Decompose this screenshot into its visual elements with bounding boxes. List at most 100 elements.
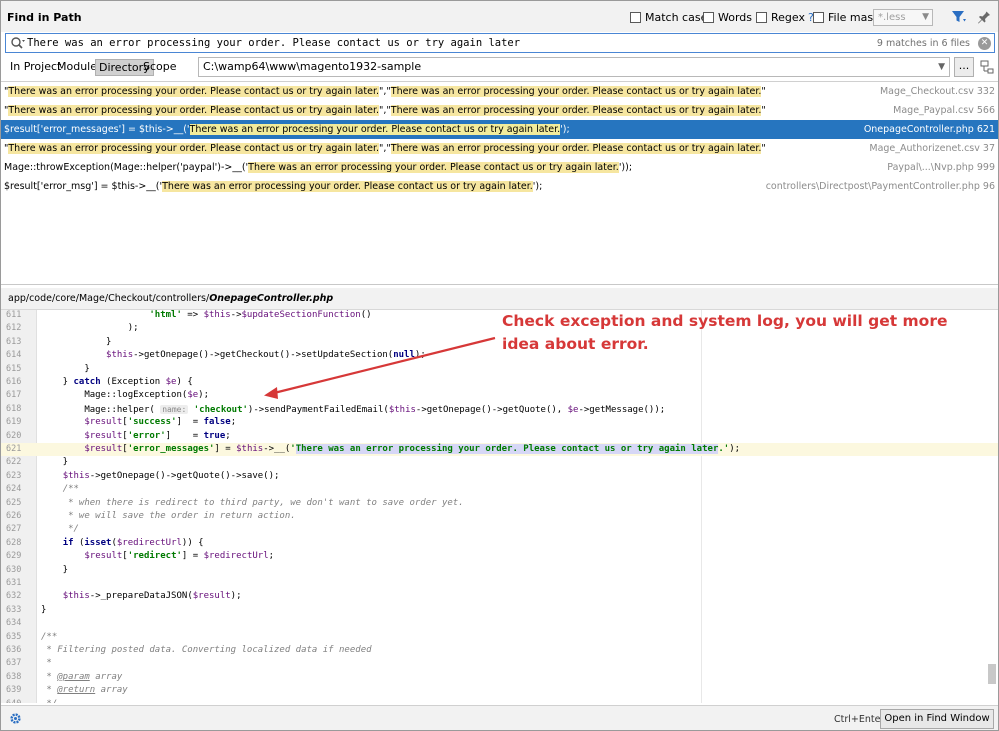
- directory-select[interactable]: C:\wamp64\www\magento1932-sample ▼: [198, 57, 950, 77]
- file-mask-checkbox[interactable]: [813, 12, 824, 23]
- result-fragment: Mage::throwException(Mage::helper('paypa…: [4, 162, 249, 173]
- match-case-option[interactable]: Match case: [630, 11, 707, 24]
- result-fragment: $result['error_msg'] = $this->__(': [4, 181, 163, 192]
- clear-icon[interactable]: ✕: [978, 37, 991, 50]
- match-highlight: There was an error processing your order…: [248, 162, 619, 173]
- code-text: /**: [62, 484, 79, 495]
- code-text: $result['redirect'] = $redirectUrl;: [84, 551, 275, 562]
- result-row[interactable]: Mage::throwException(Mage::helper('paypa…: [1, 158, 998, 177]
- line-number: 615: [6, 363, 22, 374]
- line-number: 625: [6, 497, 22, 508]
- line-number: 621: [6, 444, 22, 454]
- search-field[interactable]: There was an error processing your order…: [5, 33, 995, 53]
- words-checkbox[interactable]: [703, 12, 714, 23]
- preview-path-prefix: app/code/core/Mage/Checkout/controllers/: [8, 293, 210, 304]
- recursive-folder-icon[interactable]: [979, 59, 995, 75]
- line-number: 623: [6, 470, 22, 481]
- pin-icon[interactable]: [977, 9, 991, 25]
- shortcut-hint: Ctrl+Enter: [834, 714, 885, 725]
- words-option[interactable]: Words: [703, 11, 752, 24]
- code-text: }: [41, 336, 112, 347]
- code-line: 633}: [1, 604, 998, 617]
- regex-label: Regex: [771, 11, 805, 24]
- browse-button[interactable]: ...: [954, 57, 974, 77]
- line-number: 624: [6, 484, 22, 495]
- code-line: 634: [1, 617, 998, 630]
- result-fragment: ",": [379, 86, 391, 97]
- line-number: 636: [6, 645, 22, 655]
- code-line: 632 $this->_prepareDataJSON($result);: [1, 590, 998, 603]
- search-input[interactable]: There was an error processing your order…: [27, 37, 520, 49]
- directory-value: C:\wamp64\www\magento1932-sample: [203, 60, 422, 73]
- code-line: 636 * Filtering posted data. Converting …: [1, 644, 998, 657]
- gear-icon[interactable]: [9, 712, 22, 725]
- line-number: 611: [6, 310, 22, 320]
- code-line: 629 $result['redirect'] = $redirectUrl;: [1, 550, 998, 563]
- match-highlight: There was an error processing your order…: [189, 124, 561, 135]
- footer: Ctrl+Enter Open in Find Window: [1, 705, 998, 730]
- window-title: Find in Path: [7, 11, 82, 24]
- line-number: 612: [6, 323, 22, 334]
- preview-file-path: app/code/core/Mage/Checkout/controllers/…: [1, 288, 998, 310]
- code-text: * @return array: [41, 685, 128, 696]
- match-highlight: There was an error processing your order…: [162, 181, 533, 192]
- code-line: 638 * @param array: [1, 671, 998, 684]
- regex-option[interactable]: Regex ?: [756, 11, 814, 24]
- line-number: 633: [6, 604, 22, 615]
- file-mask-value: *.less: [878, 12, 906, 23]
- result-file: Paypal\...\Nvp.php 999: [887, 162, 995, 173]
- result-fragment: ');: [532, 181, 543, 192]
- code-line: 625 * when there is redirect to third pa…: [1, 497, 998, 510]
- scope-row: In Project Module Directory Scope C:\wam…: [1, 57, 998, 79]
- code-line: 619 $result['success'] = false;: [1, 416, 998, 429]
- result-fragment: ": [761, 105, 766, 116]
- tab-scope[interactable]: Scope: [140, 59, 180, 76]
- code-line: 622 }: [1, 456, 998, 469]
- find-in-path-window: Find in Path Match case Words Regex ? Fi…: [0, 0, 999, 731]
- code-preview[interactable]: 611 'html' => $this->$updateSectionFunct…: [1, 310, 998, 703]
- match-highlight: There was an error processing your order…: [390, 143, 762, 154]
- code-line: 639 * @return array: [1, 684, 998, 697]
- result-text: "There was an error processing your orde…: [4, 86, 766, 97]
- result-text: "There was an error processing your orde…: [4, 105, 766, 116]
- result-text: $result['error_msg'] = $this->__('There …: [4, 181, 542, 192]
- line-number: 637: [6, 658, 22, 669]
- result-fragment: ');: [560, 124, 570, 135]
- line-number: 635: [6, 631, 22, 642]
- words-label: Words: [718, 11, 753, 24]
- result-row[interactable]: $result['error_messages'] = $this->__('T…: [1, 120, 998, 139]
- code-line: 621 $result['error_messages'] = $this->_…: [1, 443, 998, 457]
- tab-module[interactable]: Module: [54, 59, 100, 76]
- line-number: 628: [6, 537, 22, 548]
- line-number: 618: [6, 403, 22, 414]
- match-highlight: There was an error processing your order…: [390, 86, 762, 97]
- match-highlight: There was an error processing your order…: [8, 86, 380, 97]
- result-row[interactable]: $result['error_msg'] = $this->__('There …: [1, 177, 998, 196]
- code-text: $this->getOnepage()->getCheckout()->setU…: [106, 350, 426, 361]
- result-row[interactable]: "There was an error processing your orde…: [1, 139, 998, 158]
- result-fragment: ",": [379, 143, 391, 154]
- line-number: 626: [6, 511, 22, 521]
- filter-icon[interactable]: [951, 9, 967, 25]
- search-icon[interactable]: [10, 36, 26, 50]
- result-fragment: ",": [379, 105, 391, 116]
- match-highlight: There was an error processing your order…: [390, 105, 762, 116]
- code-text: Mage::logException($e);: [41, 390, 209, 401]
- code-text: }: [41, 363, 90, 374]
- chevron-down-icon: ▼: [938, 62, 945, 72]
- result-row[interactable]: "There was an error processing your orde…: [1, 101, 998, 120]
- annotation-text: Check exception and system log, you will…: [502, 312, 948, 353]
- code-text: }: [41, 604, 47, 615]
- code-text: * we will save the order in return actio…: [41, 511, 296, 521]
- match-case-checkbox[interactable]: [630, 12, 641, 23]
- file-mask-select[interactable]: *.less ▼: [873, 9, 933, 26]
- code-text: * @param array: [41, 671, 123, 682]
- result-file: controllers\Directpost\PaymentController…: [765, 181, 995, 192]
- result-row[interactable]: "There was an error processing your orde…: [1, 82, 998, 101]
- regex-checkbox[interactable]: [756, 12, 767, 23]
- code-text: /**: [41, 631, 58, 642]
- result-fragment: $result['error_messages'] = $this->__(': [4, 124, 190, 135]
- preview-path-file: OnepageController.php: [209, 293, 334, 304]
- code-text: *: [41, 658, 52, 669]
- open-in-find-window-button[interactable]: Open in Find Window: [880, 709, 994, 729]
